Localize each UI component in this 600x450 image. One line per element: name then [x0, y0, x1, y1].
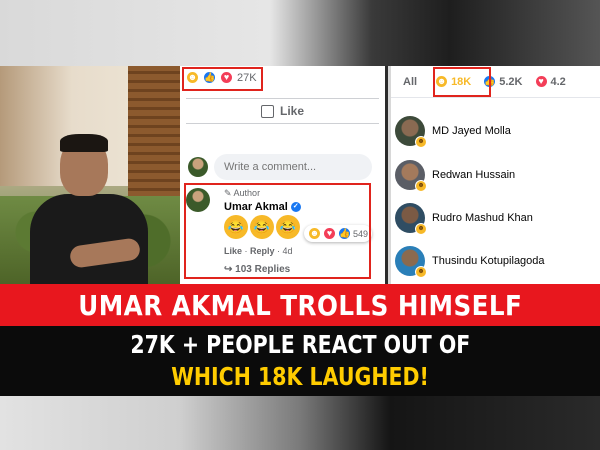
tab-like-count: 5.2K	[499, 75, 523, 88]
like-button-label: Like	[279, 104, 304, 118]
person-name: Thusindu Kotupilagoda	[432, 255, 545, 267]
avatar: ☻	[395, 116, 427, 148]
person-name: Redwan Hussain	[432, 169, 516, 181]
headline-banner: UMAR AKMAL TROLLS HIMSELF	[0, 284, 600, 326]
avatar: ☻	[395, 160, 427, 192]
background-top	[0, 0, 600, 66]
headline-title: UMAR AKMAL TROLLS HIMSELF	[77, 288, 523, 322]
highlight-box-post-reactions	[182, 67, 263, 91]
list-item[interactable]: ☻ Rudro Mashud Khan	[395, 203, 533, 235]
haha-icon: ☻	[415, 223, 427, 235]
subheadline-line-2: WHICH 18K LAUGHED!	[171, 362, 429, 391]
haha-icon: ☻	[415, 136, 427, 148]
highlight-box-comment	[184, 183, 371, 279]
like-button[interactable]: Like	[186, 98, 379, 124]
comment-input[interactable]	[214, 154, 372, 180]
reaction-tabs: All ☻ 18K 👍 5.2K ♥ 4.2	[391, 66, 600, 98]
tab-love[interactable]: ♥ 4.2	[529, 66, 572, 98]
list-item[interactable]: ☻ Thusindu Kotupilagoda	[395, 246, 545, 278]
subheadline-banner: 27K + PEOPLE REACT OUT OF WHICH 18K LAUG…	[0, 326, 600, 396]
avatar: ☻	[395, 203, 427, 235]
avatar	[188, 157, 208, 177]
player-photo	[0, 66, 180, 284]
tab-all[interactable]: All	[391, 66, 429, 98]
reactions-dialog: All ☻ 18K 👍 5.2K ♥ 4.2 ☻ MD Jayed Molla …	[388, 66, 600, 284]
person-name: Rudro Mashud Khan	[432, 212, 533, 224]
highlight-box-haha-tab	[433, 67, 491, 97]
post-panel: ☻ 👍 ♥ 27K Like ✎ Author Umar Akmal ✓ 😂 😂…	[180, 66, 385, 284]
background-bottom	[0, 396, 600, 450]
haha-icon: ☻	[415, 180, 427, 192]
photo-door	[128, 66, 180, 206]
love-icon: ♥	[534, 75, 548, 88]
avatar: ☻	[395, 246, 427, 278]
tab-all-label: All	[403, 75, 418, 88]
person-name: MD Jayed Molla	[432, 125, 511, 137]
tab-love-count: 4.2	[550, 75, 566, 88]
list-item[interactable]: ☻ Redwan Hussain	[395, 160, 516, 192]
subheadline-line-1: 27K + PEOPLE REACT OUT OF	[130, 330, 470, 359]
photo-person-hair	[60, 134, 108, 152]
comment-composer	[188, 154, 372, 180]
haha-icon: ☻	[415, 266, 427, 278]
list-item[interactable]: ☻ MD Jayed Molla	[395, 116, 511, 148]
thumbs-up-icon	[260, 104, 274, 118]
